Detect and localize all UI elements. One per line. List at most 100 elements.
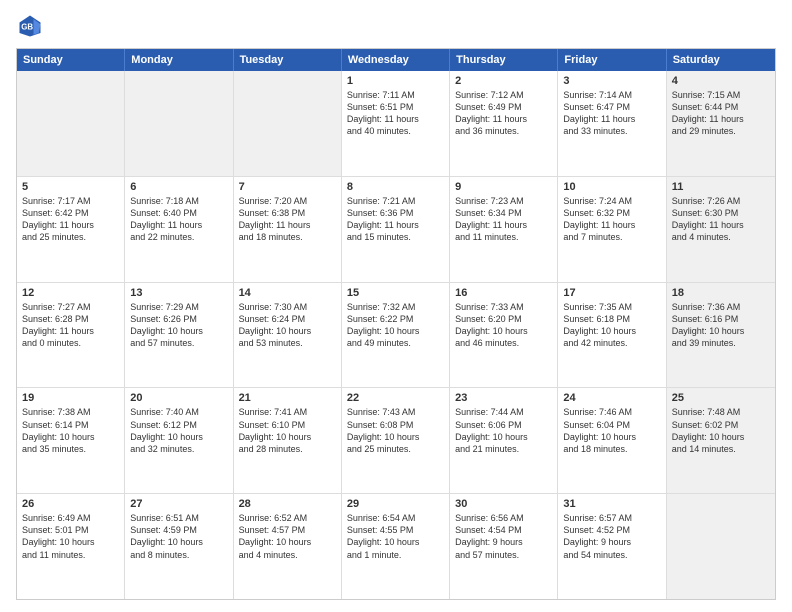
day-info: Sunrise: 6:57 AM Sunset: 4:52 PM Dayligh… [563, 512, 660, 561]
day-number: 18 [672, 287, 770, 299]
day-number: 29 [347, 498, 444, 510]
day-number: 1 [347, 75, 444, 87]
day-cell-29: 29Sunrise: 6:54 AM Sunset: 4:55 PM Dayli… [342, 494, 450, 599]
day-number: 21 [239, 392, 336, 404]
day-cell-13: 13Sunrise: 7:29 AM Sunset: 6:26 PM Dayli… [125, 283, 233, 388]
day-info: Sunrise: 6:51 AM Sunset: 4:59 PM Dayligh… [130, 512, 227, 561]
day-info: Sunrise: 7:27 AM Sunset: 6:28 PM Dayligh… [22, 301, 119, 350]
day-number: 5 [22, 181, 119, 193]
day-cell-26: 26 Sunrise: 6:49 AM Sunset: 5:01 PM Dayli… [17, 494, 125, 599]
day-info: Sunrise: 7:44 AM Sunset: 6:06 PM Dayligh… [455, 406, 552, 455]
day-number: 23 [455, 392, 552, 404]
day-number: 30 [455, 498, 552, 510]
day-cell-30: 30 Sunrise: 6:56 AM Sunset: 4:54 PM Dayli… [450, 494, 558, 599]
day-info: Sunrise: 7:33 AM Sunset: 6:20 PM Dayligh… [455, 301, 552, 350]
day-info: Sunrise: 7:43 AM Sunset: 6:08 PM Dayligh… [347, 406, 444, 455]
day-info: Sunrise: 6:52 AM Sunset: 4:57 PM Dayligh… [239, 512, 336, 561]
day-cell-14: 14Sunrise: 7:30 AM Sunset: 6:24 PM Dayli… [234, 283, 342, 388]
day-cell-3: 3 Sunrise: 7:14 AM Sunset: 6:47 PM Daylig… [558, 71, 666, 176]
day-info: Sunrise: 7:24 AM Sunset: 6:32 PM Dayligh… [563, 195, 660, 244]
day-number: 11 [672, 181, 770, 193]
empty-cell-0-1 [125, 71, 233, 176]
day-number: 16 [455, 287, 552, 299]
empty-cell-0-0 [17, 71, 125, 176]
empty-cell-4-6 [667, 494, 775, 599]
day-cell-31: 31 Sunrise: 6:57 AM Sunset: 4:52 PM Dayli… [558, 494, 666, 599]
day-cell-8: 8Sunrise: 7:21 AM Sunset: 6:36 PM Daylig… [342, 177, 450, 282]
header-day-friday: Friday [558, 49, 666, 71]
day-number: 12 [22, 287, 119, 299]
day-info: Sunrise: 7:46 AM Sunset: 6:04 PM Dayligh… [563, 406, 660, 455]
logo-icon: GB [16, 12, 44, 40]
day-number: 26 [22, 498, 119, 510]
day-cell-27: 27 Sunrise: 6:51 AM Sunset: 4:59 PM Dayli… [125, 494, 233, 599]
header-day-saturday: Saturday [667, 49, 775, 71]
day-number: 28 [239, 498, 336, 510]
day-info: Sunrise: 6:56 AM Sunset: 4:54 PM Dayligh… [455, 512, 552, 561]
day-number: 4 [672, 75, 770, 87]
day-info: Sunrise: 7:41 AM Sunset: 6:10 PM Dayligh… [239, 406, 336, 455]
day-cell-16: 16 Sunrise: 7:33 AM Sunset: 6:20 PM Dayli… [450, 283, 558, 388]
calendar-row-4: 26 Sunrise: 6:49 AM Sunset: 5:01 PM Dayli… [17, 493, 775, 599]
day-cell-18: 18 Sunrise: 7:36 AM Sunset: 6:16 PM Dayli… [667, 283, 775, 388]
day-info: Sunrise: 7:17 AM Sunset: 6:42 PM Dayligh… [22, 195, 119, 244]
day-number: 15 [347, 287, 444, 299]
day-info: Sunrise: 7:20 AM Sunset: 6:38 PM Dayligh… [239, 195, 336, 244]
day-cell-20: 20 Sunrise: 7:40 AM Sunset: 6:12 PM Dayli… [125, 388, 233, 493]
day-number: 3 [563, 75, 660, 87]
day-number: 25 [672, 392, 770, 404]
header-day-sunday: Sunday [17, 49, 125, 71]
day-info: Sunrise: 7:40 AM Sunset: 6:12 PM Dayligh… [130, 406, 227, 455]
day-info: Sunrise: 7:23 AM Sunset: 6:34 PM Dayligh… [455, 195, 552, 244]
day-number: 7 [239, 181, 336, 193]
empty-cell-0-2 [234, 71, 342, 176]
header-day-thursday: Thursday [450, 49, 558, 71]
day-cell-15: 15 Sunrise: 7:32 AM Sunset: 6:22 PM Dayli… [342, 283, 450, 388]
day-info: Sunrise: 7:48 AM Sunset: 6:02 PM Dayligh… [672, 406, 770, 455]
header: GB [16, 12, 776, 40]
logo: GB [16, 12, 48, 40]
page: GB SundayMondayTuesdayWednesdayThursdayF… [0, 0, 792, 612]
day-number: 17 [563, 287, 660, 299]
day-cell-7: 7 Sunrise: 7:20 AM Sunset: 6:38 PM Daylig… [234, 177, 342, 282]
day-cell-25: 25 Sunrise: 7:48 AM Sunset: 6:02 PM Dayli… [667, 388, 775, 493]
day-info: Sunrise: 7:12 AM Sunset: 6:49 PM Dayligh… [455, 89, 552, 138]
day-cell-19: 19Sunrise: 7:38 AM Sunset: 6:14 PM Dayli… [17, 388, 125, 493]
day-number: 2 [455, 75, 552, 87]
day-cell-23: 23 Sunrise: 7:44 AM Sunset: 6:06 PM Dayli… [450, 388, 558, 493]
day-cell-1: 1 Sunrise: 7:11 AM Sunset: 6:51 PM Daylig… [342, 71, 450, 176]
day-number: 24 [563, 392, 660, 404]
calendar-body: 1 Sunrise: 7:11 AM Sunset: 6:51 PM Daylig… [17, 71, 775, 599]
day-info: Sunrise: 6:49 AM Sunset: 5:01 PM Dayligh… [22, 512, 119, 561]
calendar-row-2: 12 Sunrise: 7:27 AM Sunset: 6:28 PM Dayli… [17, 282, 775, 388]
day-cell-4: 4 Sunrise: 7:15 AM Sunset: 6:44 PM Daylig… [667, 71, 775, 176]
day-cell-9: 9 Sunrise: 7:23 AM Sunset: 6:34 PM Daylig… [450, 177, 558, 282]
calendar-header: SundayMondayTuesdayWednesdayThursdayFrid… [17, 49, 775, 71]
day-number: 9 [455, 181, 552, 193]
day-cell-5: 5 Sunrise: 7:17 AM Sunset: 6:42 PM Daylig… [17, 177, 125, 282]
day-info: Sunrise: 7:29 AM Sunset: 6:26 PM Dayligh… [130, 301, 227, 350]
day-cell-17: 17Sunrise: 7:35 AM Sunset: 6:18 PM Dayli… [558, 283, 666, 388]
day-number: 8 [347, 181, 444, 193]
svg-text:GB: GB [21, 23, 33, 32]
day-info: Sunrise: 7:11 AM Sunset: 6:51 PM Dayligh… [347, 89, 444, 138]
day-info: Sunrise: 7:36 AM Sunset: 6:16 PM Dayligh… [672, 301, 770, 350]
day-info: Sunrise: 7:32 AM Sunset: 6:22 PM Dayligh… [347, 301, 444, 350]
day-number: 20 [130, 392, 227, 404]
day-info: Sunrise: 7:14 AM Sunset: 6:47 PM Dayligh… [563, 89, 660, 138]
day-number: 19 [22, 392, 119, 404]
day-number: 31 [563, 498, 660, 510]
day-number: 27 [130, 498, 227, 510]
day-cell-10: 10Sunrise: 7:24 AM Sunset: 6:32 PM Dayli… [558, 177, 666, 282]
day-number: 22 [347, 392, 444, 404]
calendar-row-0: 1 Sunrise: 7:11 AM Sunset: 6:51 PM Daylig… [17, 71, 775, 176]
day-info: Sunrise: 7:26 AM Sunset: 6:30 PM Dayligh… [672, 195, 770, 244]
day-info: Sunrise: 7:15 AM Sunset: 6:44 PM Dayligh… [672, 89, 770, 138]
header-day-monday: Monday [125, 49, 233, 71]
day-cell-24: 24 Sunrise: 7:46 AM Sunset: 6:04 PM Dayli… [558, 388, 666, 493]
day-cell-28: 28 Sunrise: 6:52 AM Sunset: 4:57 PM Dayli… [234, 494, 342, 599]
day-cell-21: 21 Sunrise: 7:41 AM Sunset: 6:10 PM Dayli… [234, 388, 342, 493]
header-day-wednesday: Wednesday [342, 49, 450, 71]
day-cell-11: 11 Sunrise: 7:26 AM Sunset: 6:30 PM Dayli… [667, 177, 775, 282]
day-cell-22: 22 Sunrise: 7:43 AM Sunset: 6:08 PM Dayli… [342, 388, 450, 493]
